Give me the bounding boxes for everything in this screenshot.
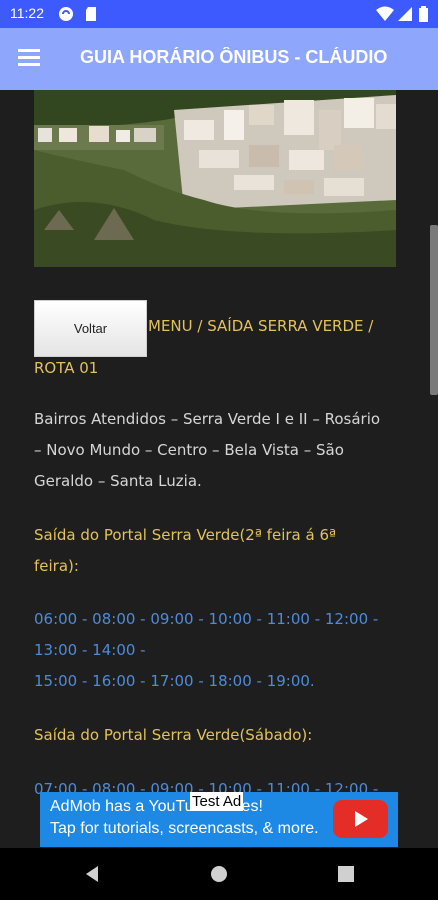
weekday-heading-line-1: Saída do Portal Serra Verde(2ª feira á 6… <box>34 526 337 544</box>
sd-card-icon <box>86 7 96 21</box>
status-bar: 11:22 <box>0 0 438 28</box>
breadcrumb-route-origin-link[interactable]: SAÍDA SERRA VERDE <box>207 317 363 335</box>
youtube-play-icon[interactable] <box>333 800 388 838</box>
ad-line-2: Tap for tutorials, screencasts, & more. <box>50 820 319 837</box>
weekday-times-line-2: 13:00 - 14:00 - <box>34 641 146 659</box>
bairros-line-1: Bairros Atendidos – Serra Verde I e II –… <box>34 410 381 428</box>
battery-icon <box>419 6 428 22</box>
saturday-heading: Saída do Portal Serra Verde(Sábado): <box>34 726 313 744</box>
bairros-line-2: – Novo Mundo – Centro – Bela Vista – São <box>34 441 344 459</box>
app-bar: GUIA HORÁRIO ÔNIBUS - CLÁUDIO <box>0 28 438 90</box>
back-button[interactable]: Voltar <box>34 300 147 357</box>
breadcrumb-separator: / <box>197 317 203 335</box>
ad-banner[interactable]: AdMob has a YouTube series! Tap for tuto… <box>40 792 398 847</box>
cloud-sync-icon <box>59 7 73 21</box>
navigation-bar <box>0 848 438 900</box>
scrollbar[interactable] <box>430 225 438 395</box>
hero-city-image <box>34 90 396 267</box>
hamburger-menu-icon[interactable] <box>14 45 44 73</box>
back-triangle-icon[interactable] <box>82 864 102 884</box>
breadcrumb-separator: / <box>368 317 374 335</box>
bairros-line-3: Geraldo – Santa Luzia. <box>34 472 202 490</box>
test-ad-label: Test Ad <box>190 792 244 811</box>
recents-square-icon[interactable] <box>336 864 356 884</box>
wifi-icon <box>376 6 394 21</box>
breadcrumb: MENU / SAÍDA SERRA VERDE / <box>148 311 373 342</box>
status-time: 11:22 <box>10 5 44 21</box>
home-circle-icon[interactable] <box>209 864 229 884</box>
app-title: GUIA HORÁRIO ÔNIBUS - CLÁUDIO <box>80 47 388 67</box>
cell-signal-icon <box>398 7 412 21</box>
weekday-times-line-3: 15:00 - 16:00 - 17:00 - 18:00 - 19:00. <box>34 672 315 690</box>
web-content[interactable]: Voltar MENU / SAÍDA SERRA VERDE / ROTA 0… <box>0 90 438 848</box>
weekday-times-line-1: 06:00 - 08:00 - 09:00 - 10:00 - 11:00 - … <box>34 610 379 628</box>
weekday-heading-line-2: feira): <box>34 557 79 575</box>
breadcrumb-route: ROTA 01 <box>34 359 99 377</box>
breadcrumb-menu-link[interactable]: MENU <box>148 317 193 335</box>
